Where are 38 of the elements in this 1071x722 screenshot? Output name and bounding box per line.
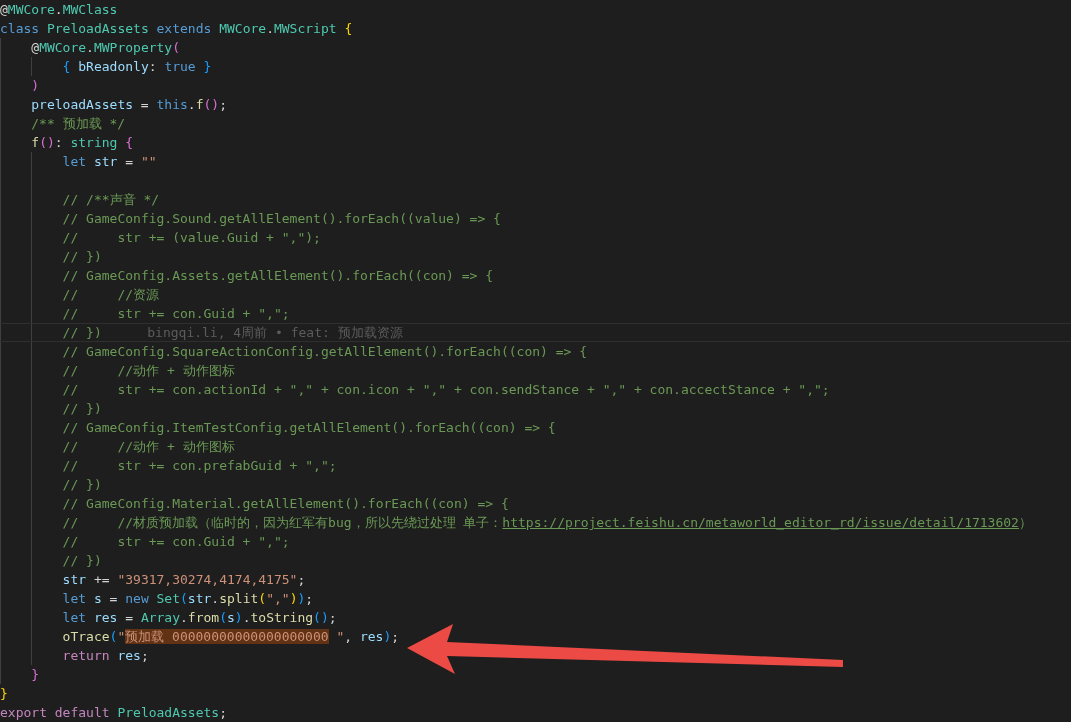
code-line: return res;	[62, 647, 149, 665]
code-line: // //动作 + 动作图标	[62, 362, 235, 380]
link[interactable]: https://project.feishu.cn/metaworld_editor_rd/issue/detail/1713602	[502, 515, 1019, 530]
code-line: }	[0, 685, 8, 703]
code-line: }	[31, 666, 40, 684]
code-line: export default PreloadAssets;	[0, 704, 227, 722]
code-line: @MWCore.MWClass	[0, 1, 118, 19]
code-line: // /**声音 */	[62, 191, 160, 209]
code-line: // str += con.Guid + ",";	[62, 533, 290, 551]
code-line: // })	[62, 476, 102, 494]
code-line: class PreloadAssets extends MWCore.MWScript {	[0, 20, 353, 38]
code-line: /** 预加载 */	[31, 115, 126, 133]
code-line: // })	[62, 552, 102, 570]
code-line: // GameConfig.ItemTestConfig.getAllElement().forEach((con) => {	[62, 419, 556, 437]
code-line: // //动作 + 动作图标	[62, 438, 235, 456]
code-line: )	[31, 77, 40, 95]
code-line: // str += (value.Guid + ",");	[62, 229, 321, 247]
code-line: // GameConfig.Assets.getAllElement().forEach((con) => {	[62, 267, 494, 285]
code-line: @MWCore.MWProperty(	[31, 39, 181, 57]
code-line: // })	[62, 248, 102, 266]
code-line: // str += con.actionId + "," + con.icon + "," + con.sendStance + "," + con.accectStance + ",";	[62, 381, 830, 399]
code-line: f(): string {	[31, 134, 134, 152]
code-line: // str += con.prefabGuid + ",";	[62, 457, 337, 475]
code-line: // //资源	[62, 286, 160, 304]
code-line: // })	[62, 400, 102, 418]
code-line: let res = Array.from(s).toString();	[62, 609, 337, 627]
code-line: preloadAssets = this.f();	[31, 96, 227, 114]
code-line: str += "39317,30274,4174,4175";	[62, 571, 306, 589]
code-line: let str = ""	[62, 153, 157, 171]
code-line: { bReadonly: true }	[62, 58, 212, 76]
blame-annotation: bingqi.li, 4周前 • feat: 预加载资源	[147, 324, 403, 341]
code-line: // //材质预加载（临时的，因为红军有bug，所以先绕过处理 单子：https://project.feishu.cn/metaworld_editor_rd/issue/detail/1713602）	[62, 514, 1032, 532]
code-line: let s = new Set(str.split(","));	[62, 590, 314, 608]
code-line: // GameConfig.Material.getAllElement().forEach((con) => {	[62, 495, 509, 513]
code-line: // GameConfig.SquareActionConfig.getAllElement().forEach((con) => {	[62, 343, 587, 361]
code-line: // })	[62, 324, 102, 341]
code-line: // GameConfig.Sound.getAllElement().forEach((value) => {	[62, 210, 501, 228]
code-line: // str += con.Guid + ",";	[62, 305, 290, 323]
